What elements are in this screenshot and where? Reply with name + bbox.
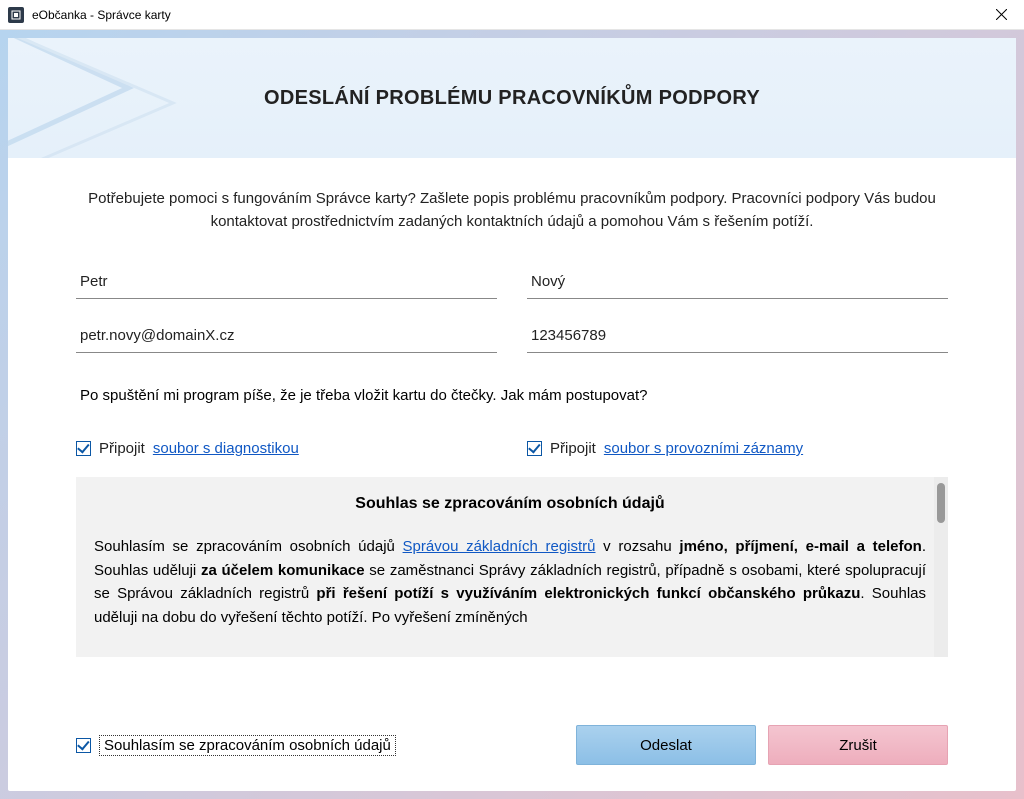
page-title: ODESLÁNÍ PROBLÉMU PRACOVNÍKŮM PODPORY (264, 87, 760, 110)
last-name-input[interactable] (527, 267, 948, 299)
description-input[interactable] (76, 381, 948, 410)
phone-input[interactable] (527, 321, 948, 353)
intro-text: Potřebujete pomoci s fungováním Správce … (76, 188, 948, 233)
agree-checkbox[interactable] (76, 738, 91, 753)
scrollbar-thumb[interactable] (937, 483, 945, 523)
form-fields (76, 267, 948, 353)
attach-diagnostics: Připojit soubor s diagnostikou (76, 440, 497, 457)
email-input[interactable] (76, 321, 497, 353)
cancel-button[interactable]: Zrušit (768, 725, 948, 765)
attach-diagnostics-label: Připojit (99, 440, 145, 457)
consent-registry-link[interactable]: Správou základních registrů (403, 538, 596, 555)
content-panel: ODESLÁNÍ PROBLÉMU PRACOVNÍKŮM PODPORY Po… (8, 38, 1016, 791)
consent-panel: Souhlas se zpracováním osobních údajů So… (76, 477, 948, 657)
attach-logs-checkbox[interactable] (527, 441, 542, 456)
logs-file-link[interactable]: soubor s provozními záznamy (604, 440, 803, 457)
titlebar: eObčanka - Správce karty (0, 0, 1024, 30)
app-icon (8, 7, 24, 23)
agree-row: Souhlasím se zpracováním osobních údajů (76, 735, 396, 756)
flag-art-icon (8, 38, 188, 158)
scrollbar-track[interactable] (934, 477, 948, 657)
agree-label[interactable]: Souhlasím se zpracováním osobních údajů (99, 735, 396, 756)
first-name-input[interactable] (76, 267, 497, 299)
diagnostics-file-link[interactable]: soubor s diagnostikou (153, 440, 299, 457)
close-button[interactable] (979, 0, 1024, 30)
consent-heading: Souhlas se zpracováním osobních údajů (94, 495, 926, 513)
consent-paragraph: Souhlasím se zpracováním osobních údajů … (94, 535, 926, 630)
footer: Souhlasím se zpracováním osobních údajů … (8, 701, 1016, 791)
window-title: eObčanka - Správce karty (32, 8, 171, 22)
window-frame: ODESLÁNÍ PROBLÉMU PRACOVNÍKŮM PODPORY Po… (0, 30, 1024, 799)
send-button[interactable]: Odeslat (576, 725, 756, 765)
attach-logs: Připojit soubor s provozními záznamy (527, 440, 948, 457)
attach-logs-label: Připojit (550, 440, 596, 457)
consent-text-area[interactable]: Souhlas se zpracováním osobních údajů So… (76, 477, 948, 657)
close-icon (996, 9, 1007, 20)
attach-diagnostics-checkbox[interactable] (76, 441, 91, 456)
header-band: ODESLÁNÍ PROBLÉMU PRACOVNÍKŮM PODPORY (8, 38, 1016, 158)
